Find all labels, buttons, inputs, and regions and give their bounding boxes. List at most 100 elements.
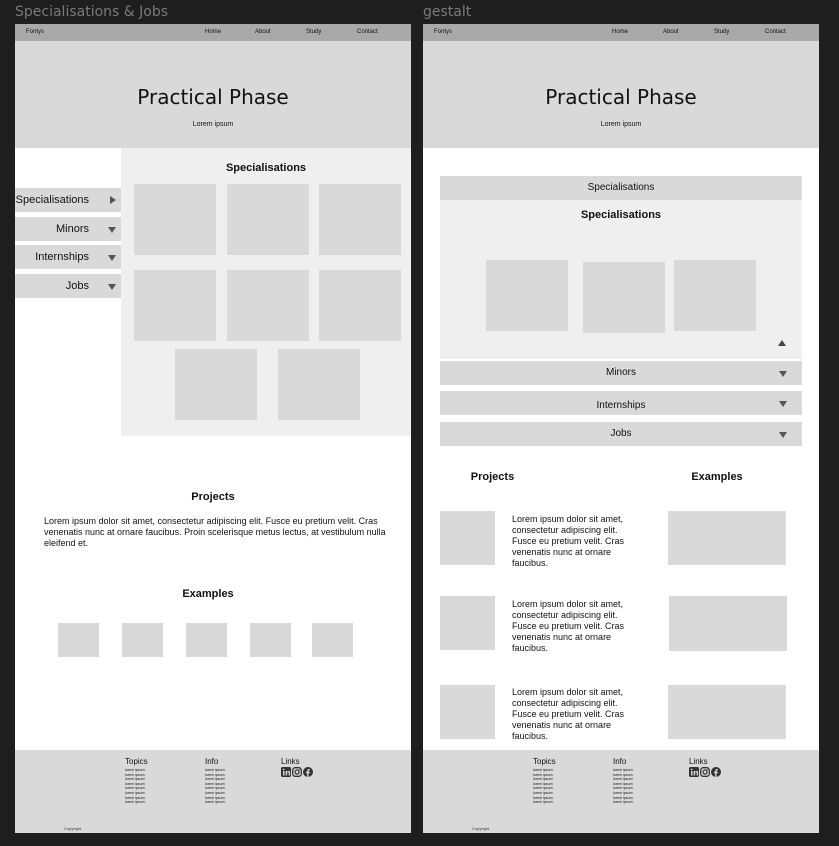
frame-specialisations-jobs: Fontys Home About Study Contact Practica… xyxy=(15,24,411,833)
instagram-icon[interactable] xyxy=(700,767,710,777)
accordion-header-jobs[interactable]: Jobs xyxy=(440,422,802,446)
side-menu-label: Specialisations xyxy=(15,194,89,206)
specialisation-card[interactable] xyxy=(134,270,216,341)
footer-link[interactable]: lorem ipsum xyxy=(613,800,633,805)
accordion-header-internships[interactable]: Internships xyxy=(440,391,802,415)
footer-link[interactable]: lorem ipsum xyxy=(125,768,148,773)
nav-study[interactable]: Study xyxy=(714,29,729,35)
nav-contact[interactable]: Contact xyxy=(357,29,378,35)
example-thumbnail[interactable] xyxy=(186,623,227,657)
nav-about[interactable]: About xyxy=(663,29,679,35)
footer-links: Links xyxy=(281,757,300,766)
footer-link[interactable]: lorem ipsum xyxy=(125,800,148,805)
specialisation-card[interactable] xyxy=(134,184,216,255)
accordion-header-minors[interactable]: Minors xyxy=(440,361,802,385)
footer-link[interactable]: lorem ipsum xyxy=(125,791,148,796)
hero-section: Practical Phase Lorem ipsum xyxy=(15,41,411,148)
example-thumbnail[interactable] xyxy=(250,623,291,657)
side-menu-label: Internships xyxy=(35,251,89,263)
side-menu-label: Minors xyxy=(55,223,89,235)
example-thumbnail[interactable] xyxy=(668,685,786,739)
frame-gestalt: Fontys Home About Study Contact Practica… xyxy=(423,24,819,833)
projects-text: Lorem ipsum dolor sit amet, consectetur … xyxy=(44,516,386,548)
frame-title-specialisations-jobs: Specialisations & Jobs xyxy=(15,4,169,20)
project-thumbnail[interactable] xyxy=(440,511,495,565)
hero-subtitle: Lorem ipsum xyxy=(600,121,642,128)
specialisation-card[interactable] xyxy=(674,260,756,331)
accordion-label: Internships xyxy=(596,400,646,411)
footer-link[interactable]: lorem ipsum xyxy=(205,791,225,796)
specialisations-panel: Specialisations xyxy=(121,148,411,436)
accordion-header-specialisations[interactable]: Specialisations xyxy=(440,176,802,200)
side-menu-specialisations[interactable]: Specialisations xyxy=(15,188,121,212)
linkedin-icon[interactable] xyxy=(281,767,291,777)
brand-link[interactable]: Fontys xyxy=(434,29,452,35)
side-menu-jobs[interactable]: Jobs xyxy=(15,274,121,298)
linkedin-icon[interactable] xyxy=(689,767,699,777)
footer-link[interactable]: lorem ipsum xyxy=(533,791,556,796)
project-text: Lorem ipsum dolor sit amet, consectetur … xyxy=(512,599,625,653)
example-thumbnail[interactable] xyxy=(668,511,786,565)
specialisation-card[interactable] xyxy=(486,260,568,331)
example-thumbnail[interactable] xyxy=(58,623,99,657)
accordion-label: Minors xyxy=(605,367,636,378)
projects-heading: Projects xyxy=(191,491,235,503)
facebook-icon[interactable] xyxy=(303,767,313,777)
social-icons xyxy=(689,767,721,777)
example-thumbnail[interactable] xyxy=(312,623,353,657)
nav-contact[interactable]: Contact xyxy=(765,29,786,35)
brand-link[interactable]: Fontys xyxy=(26,29,44,35)
instagram-icon[interactable] xyxy=(292,767,302,777)
footer-link[interactable]: lorem ipsum xyxy=(613,768,633,773)
footer-info: Info lorem ipsum lorem ipsum lorem ipsum… xyxy=(205,757,225,805)
side-menu-label: Jobs xyxy=(65,280,89,292)
footer-link[interactable]: lorem ipsum xyxy=(205,800,225,805)
hero-subtitle: Lorem ipsum xyxy=(192,121,234,128)
nav-about[interactable]: About xyxy=(255,29,271,35)
specialisation-card[interactable] xyxy=(583,262,665,333)
frame-title-gestalt: gestalt xyxy=(423,4,472,20)
specialisation-card[interactable] xyxy=(319,270,401,341)
triangle-up-icon[interactable] xyxy=(778,340,786,346)
footer-topics: Topics lorem ipsum lorem ipsum lorem ips… xyxy=(533,757,556,805)
footer-link[interactable]: lorem ipsum xyxy=(533,768,556,773)
example-thumbnail[interactable] xyxy=(669,596,787,651)
social-icons xyxy=(281,767,313,777)
footer-links: Links xyxy=(689,757,708,766)
footer-links-heading: Links xyxy=(689,757,708,766)
footer-info: Info lorem ipsum lorem ipsum lorem ipsum… xyxy=(613,757,633,805)
accordion-label: Specialisations xyxy=(587,182,655,193)
project-thumbnail[interactable] xyxy=(440,596,495,650)
specialisation-card[interactable] xyxy=(278,349,360,420)
specialisation-card[interactable] xyxy=(319,184,401,255)
side-menu-minors[interactable]: Minors xyxy=(15,217,121,241)
nav-home[interactable]: Home xyxy=(612,29,628,35)
specialisation-card[interactable] xyxy=(227,184,309,255)
project-thumbnail[interactable] xyxy=(440,685,495,739)
copyright-text: Copyright xyxy=(64,826,82,831)
hero-title: Practical Phase xyxy=(137,85,289,109)
nav-study[interactable]: Study xyxy=(306,29,321,35)
specialisation-card[interactable] xyxy=(175,349,257,420)
footer-topics-heading: Topics xyxy=(533,757,556,766)
examples-heading: Examples xyxy=(182,588,234,600)
footer-info-heading: Info xyxy=(205,757,219,766)
top-nav: Fontys Home About Study Contact xyxy=(15,24,411,41)
nav-home[interactable]: Home xyxy=(205,29,221,35)
specialisation-card[interactable] xyxy=(227,270,309,341)
example-thumbnail[interactable] xyxy=(122,623,163,657)
footer-link[interactable]: lorem ipsum xyxy=(533,800,556,805)
footer-link[interactable]: lorem ipsum xyxy=(613,791,633,796)
accordion-panel-specialisations: Specialisations xyxy=(440,200,802,359)
footer-topics: Topics lorem ipsum lorem ipsum lorem ips… xyxy=(125,757,148,805)
footer-info-heading: Info xyxy=(613,757,627,766)
triangle-down-icon xyxy=(108,227,116,233)
side-menu-internships[interactable]: Internships xyxy=(15,245,121,269)
examples-heading: Examples xyxy=(691,471,743,483)
facebook-icon[interactable] xyxy=(711,767,721,777)
copyright-text: Copyright xyxy=(472,826,490,831)
triangle-down-icon xyxy=(108,284,116,290)
triangle-down-icon xyxy=(108,255,116,261)
footer-link[interactable]: lorem ipsum xyxy=(205,768,225,773)
triangle-right-icon xyxy=(110,196,116,204)
